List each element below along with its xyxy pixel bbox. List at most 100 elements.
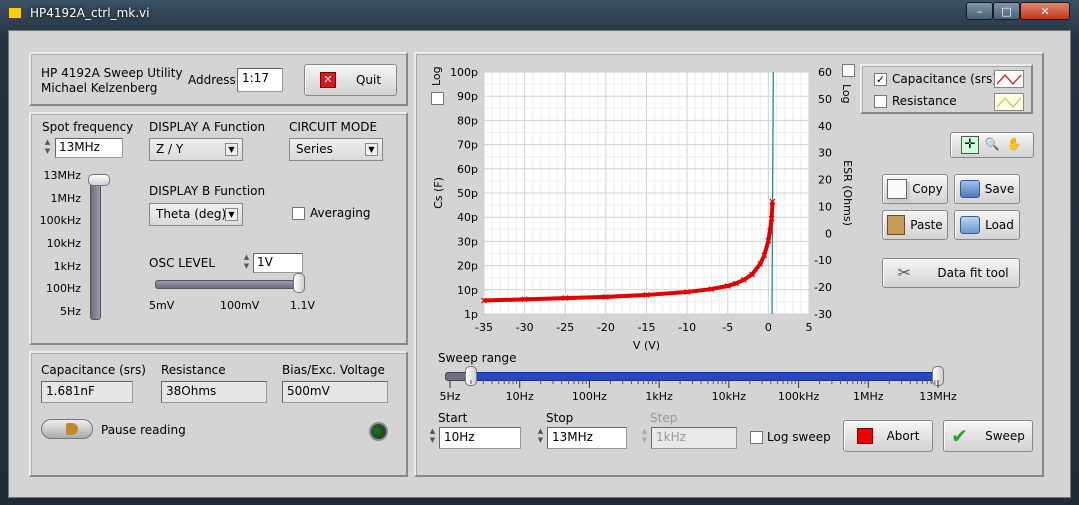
header-panel: HP 4192A Sweep Utility Michael Kelzenber… (29, 52, 408, 106)
quit-button[interactable]: ✕ Quit (304, 64, 397, 96)
circuit-mode-select[interactable]: Series ▼ (289, 138, 383, 161)
sweep-range-label: Sweep range (438, 351, 517, 365)
settings-panel: Spot frequency ▲ ▼ 13MHz 13MHz 1MHz 100kHz 1… (29, 112, 408, 345)
osc-tick-mid: 100mV (220, 299, 260, 312)
osc-tick-max: 1.1V (290, 299, 316, 312)
copy-button[interactable]: Copy (882, 174, 948, 204)
data-fit-tool-button[interactable]: ✂ Data fit tool (882, 258, 1020, 288)
y-tick-label: 80p (457, 114, 478, 127)
abort-label: Abort (886, 429, 920, 443)
stop-input[interactable]: 13MHz (547, 427, 627, 449)
y-tick-label: 20p (457, 260, 478, 273)
osc-level-spinner[interactable]: ▲ ▼ (241, 253, 252, 273)
display-b-value: Theta (deg) (156, 207, 227, 221)
y2-tick-label: -10 (814, 254, 832, 267)
osc-level-input[interactable]: 1V (253, 253, 303, 273)
reading-indicator-led (369, 422, 388, 441)
title-bar[interactable]: HP4192A_ctrl_mk.vi – □ ✕ (0, 0, 1079, 26)
address-input[interactable]: 1:17 (237, 68, 283, 92)
step-spinner[interactable]: ▲ ▼ (639, 427, 650, 447)
display-b-select[interactable]: Theta (deg) ▼ (149, 203, 243, 226)
spot-frequency-tick: 100Hz (45, 282, 81, 296)
display-a-value: Z / Y (156, 142, 184, 156)
sweep-button[interactable]: ✔ Sweep (943, 420, 1033, 452)
y-tick-label: 40p (457, 211, 478, 224)
legend-res-swatch[interactable] (994, 93, 1024, 111)
spot-frequency-slider-thumb[interactable] (88, 174, 110, 186)
maximize-button[interactable]: □ (993, 2, 1020, 20)
spot-frequency-input[interactable]: 13MHz (55, 138, 123, 158)
abort-button[interactable]: Abort (843, 420, 933, 452)
crosshair-icon[interactable]: ✛ (961, 136, 979, 154)
spot-frequency-label: Spot frequency (42, 120, 134, 134)
pan-hand-icon[interactable]: ✋ (1005, 136, 1023, 154)
y2-tick-label: 10 (818, 200, 832, 213)
load-icon (960, 216, 981, 234)
circuit-mode-label: CIRCUIT MODE (289, 120, 378, 134)
save-button[interactable]: Save (954, 174, 1020, 204)
chevron-down-icon: ▼ (225, 143, 238, 156)
log-sweep-label: Log sweep (767, 430, 831, 444)
x-tick-label: -10 (678, 321, 696, 334)
x-tick-label: -5 (722, 321, 733, 334)
capacitance-value: 1.681nF (41, 381, 133, 403)
legend-cap-swatch[interactable] (994, 70, 1024, 88)
load-label: Load (985, 218, 1014, 232)
author-name: Michael Kelzenberg (41, 81, 158, 95)
y-tick-label: 100p (450, 66, 478, 79)
start-spinner[interactable]: ▲ ▼ (427, 427, 438, 447)
save-label: Save (984, 182, 1015, 196)
start-input[interactable]: 10Hz (439, 427, 521, 449)
sweep-range-tick: 100kHz (777, 390, 820, 403)
graph-palette: ✛ 🔍 ✋ (950, 132, 1034, 158)
y-tick-label: 50p (457, 187, 478, 200)
stop-label: Stop (546, 411, 574, 425)
toggle-knob-icon (66, 423, 78, 435)
y-tick-label: 60p (457, 163, 478, 176)
legend-res-checkbox[interactable] (874, 95, 887, 108)
paste-label: Paste (910, 218, 943, 232)
display-a-select[interactable]: Z / Y ▼ (149, 138, 243, 161)
osc-level-slider[interactable] (155, 280, 305, 289)
x-tick-label: -20 (597, 321, 615, 334)
load-button[interactable]: Load (954, 210, 1020, 240)
stop-spinner[interactable]: ▲ ▼ (535, 427, 546, 447)
x-tick-label: -25 (556, 321, 574, 334)
paste-button[interactable]: Paste (882, 210, 948, 240)
y-tick-label: 1p (464, 308, 478, 321)
minimize-button[interactable]: – (966, 2, 993, 20)
cv-plot[interactable]: -35 -30 -25 -20 -15 -10 -5 0 5 1p 10p 20p 30p 40p 50p 6… (416, 54, 866, 354)
address-label: Address (188, 73, 236, 87)
step-input[interactable]: 1kHz (651, 427, 737, 449)
spot-frequency-tick: 10kHz (46, 237, 81, 250)
resistance-value: 38Ohms (161, 381, 267, 403)
sweep-range-tick: 13MHz (919, 390, 957, 403)
y-tick-label: 30p (457, 235, 478, 248)
quit-icon: ✕ (319, 72, 336, 88)
y2-tick-label: -20 (814, 281, 832, 294)
spot-frequency-tick: 13MHz (43, 169, 81, 182)
spot-frequency-tick: 5Hz (59, 305, 81, 318)
y-tick-label: 70p (457, 139, 478, 152)
log-sweep-checkbox[interactable] (750, 431, 763, 444)
zoom-icon[interactable]: 🔍 (983, 136, 1001, 154)
copy-label: Copy (912, 182, 943, 196)
y2-tick-label: 20 (818, 174, 832, 187)
legend-cap-checkbox[interactable]: ✓ (874, 73, 887, 86)
plot-panel: Log Log -35 -30 -25 -20 -15 -10 -5 0 5 1p 10p 20p 30… (414, 52, 1044, 477)
spot-frequency-slider[interactable] (90, 174, 101, 320)
sweep-range-tick: 10Hz (505, 390, 534, 403)
sweep-range-tick: 100Hz (571, 390, 607, 403)
legend-cap-label: Capacitance (srs) (892, 72, 997, 86)
bias-label: Bias/Exc. Voltage (282, 363, 385, 377)
labview-app-icon (8, 7, 22, 19)
averaging-checkbox[interactable] (292, 207, 305, 220)
pause-reading-toggle[interactable] (41, 419, 93, 439)
close-button[interactable]: ✕ (1020, 2, 1070, 20)
osc-level-slider-thumb[interactable] (293, 273, 305, 293)
x-tick-label: -30 (516, 321, 534, 334)
quit-label: Quit (355, 73, 382, 87)
y2-tick-label: 50 (818, 93, 832, 106)
spot-frequency-spinner[interactable]: ▲ ▼ (42, 138, 53, 158)
start-label: Start (438, 411, 468, 425)
